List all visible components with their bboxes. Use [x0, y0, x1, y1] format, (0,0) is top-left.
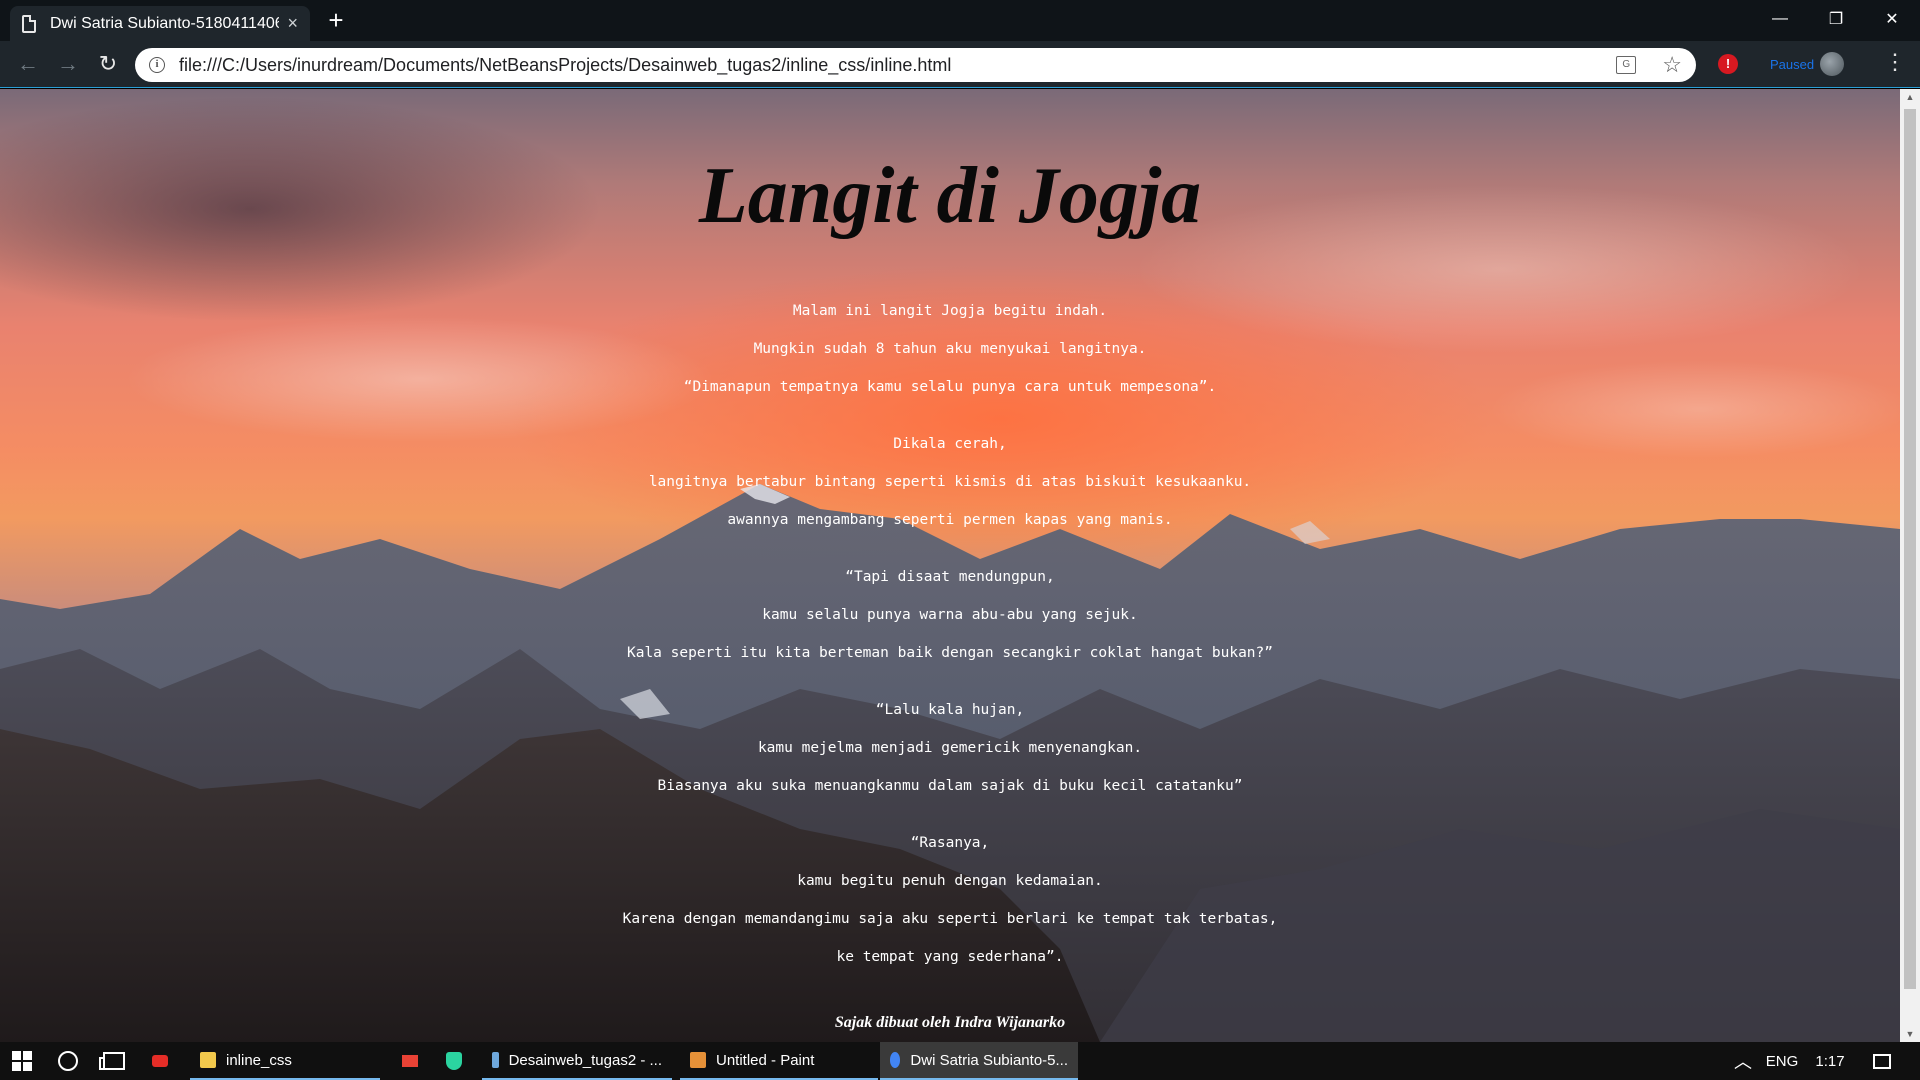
task-view-icon: [99, 1052, 125, 1070]
browser-tab[interactable]: Dwi Satria Subianto-5180411406 ×: [10, 6, 310, 41]
notification-icon: [1873, 1053, 1891, 1069]
poem-line: “Lalu kala hujan,: [875, 702, 1025, 718]
forward-button[interactable]: →: [52, 49, 84, 79]
avatar: [1820, 52, 1845, 76]
document-icon: [22, 14, 36, 33]
profile-button[interactable]: Paused: [1770, 51, 1845, 77]
taskbar-item-inline-css[interactable]: inline_css: [190, 1042, 380, 1080]
poem: Malam ini langit Jogja begitu indah. Mung…: [0, 292, 1900, 995]
back-button[interactable]: ←: [12, 49, 44, 79]
chrome-icon: [890, 1052, 901, 1068]
poem-credit: Sajak dibuat oleh Indra Wijanarko: [834, 1014, 1066, 1031]
poem-line: Kala seperti itu kita berteman baik deng…: [626, 645, 1273, 661]
poem-stanza: “Tapi disaat mendungpun, kamu selalu puny…: [0, 558, 1900, 672]
poem-stanza: “Rasanya, kamu begitu penuh dengan kedama…: [0, 824, 1900, 976]
page-viewport: Langit di Jogja Malam ini langit Jogja b…: [0, 89, 1900, 1042]
poem-line: Dikala cerah,: [893, 436, 1007, 452]
scroll-down-icon[interactable]: ▼: [1900, 1026, 1920, 1042]
page-title: Langit di Jogja: [698, 152, 1202, 240]
shield-icon: [446, 1052, 462, 1070]
browser-title-bar: Dwi Satria Subianto-5180411406 × + — ❐ ✕: [0, 0, 1920, 41]
page-scrollbar[interactable]: ▲ ▼: [1900, 89, 1920, 1042]
task-view-button[interactable]: [92, 1042, 136, 1080]
poem-line: Karena dengan memandangimu saja aku sepe…: [622, 911, 1278, 927]
poem-line: ke tempat yang sederhana”.: [836, 949, 1064, 965]
cortana-button[interactable]: [46, 1042, 90, 1080]
poem-line: kamu begitu penuh dengan kedamaian.: [797, 873, 1103, 889]
show-hidden-icons-button[interactable]: ︿: [1728, 1042, 1758, 1080]
poem-line: “Dimanapun tempatnya kamu selalu punya c…: [683, 379, 1217, 395]
chevron-up-icon: ︿: [1734, 1052, 1752, 1072]
youtube-icon: [152, 1055, 168, 1067]
menu-icon[interactable]: ⋮: [1884, 49, 1906, 75]
poem-line: kamu selalu punya warna abu-abu yang sej…: [762, 607, 1138, 623]
new-tab-button[interactable]: +: [320, 7, 352, 35]
bookmark-star-icon[interactable]: ☆: [1662, 52, 1682, 78]
poem-line: Malam ini langit Jogja begitu indah.: [792, 303, 1108, 319]
paint-icon: [690, 1052, 706, 1068]
taskbar-item-label: Dwi Satria Subianto-5...: [910, 1051, 1068, 1069]
netbeans-icon: [492, 1052, 499, 1068]
scroll-up-icon[interactable]: ▲: [1900, 89, 1920, 105]
profile-status: Paused: [1770, 56, 1815, 72]
taskbar-item-chrome[interactable]: Dwi Satria Subianto-5...: [880, 1042, 1078, 1080]
action-center-button[interactable]: [1862, 1042, 1902, 1080]
taskbar-item-label: Desainweb_tugas2 - ...: [508, 1051, 662, 1069]
taskbar-item-netbeans[interactable]: Desainweb_tugas2 - ...: [482, 1042, 672, 1080]
taskbar-item-paint[interactable]: Untitled - Paint: [680, 1042, 878, 1080]
poem-line: awannya mengambang seperti permen kapas …: [727, 512, 1173, 528]
browser-toolbar: ← → ↻ i file:///C:/Users/inurdream/Docum…: [0, 41, 1920, 88]
url-text[interactable]: file:///C:/Users/inurdream/Documents/Net…: [179, 55, 1616, 76]
poem-stanza: Dikala cerah, langitnya bertabur bintang …: [0, 425, 1900, 539]
taskbar-item-label: inline_css: [226, 1051, 292, 1069]
info-icon[interactable]: i: [149, 57, 165, 73]
restore-button[interactable]: ❐: [1808, 0, 1864, 38]
poem-stanza: “Lalu kala hujan, kamu mejelma menjadi ge…: [0, 691, 1900, 805]
poem-line: “Rasanya,: [910, 835, 990, 851]
reload-button[interactable]: ↻: [92, 49, 124, 79]
security-taskbar-button[interactable]: [434, 1042, 474, 1080]
mail-taskbar-button[interactable]: [390, 1042, 430, 1080]
poem-line: kamu mejelma menjadi gemericik menyenang…: [757, 740, 1143, 756]
poem-line: langitnya bertabur bintang seperti kismi…: [648, 474, 1252, 490]
close-window-button[interactable]: ✕: [1864, 0, 1920, 38]
poem-line: “Tapi disaat mendungpun,: [845, 569, 1055, 585]
poem-line: Biasanya aku suka menuangkanmu dalam saj…: [657, 778, 1243, 794]
poem-line: Mungkin sudah 8 tahun aku menyukai langi…: [753, 341, 1147, 357]
minimize-button[interactable]: —: [1752, 0, 1808, 38]
poem-stanza: Malam ini langit Jogja begitu indah. Mung…: [0, 292, 1900, 406]
start-button[interactable]: [0, 1042, 44, 1080]
translate-icon[interactable]: G: [1616, 56, 1637, 74]
windows-taskbar: inline_css Desainweb_tugas2 - ... Untitl…: [0, 1042, 1920, 1080]
language-indicator[interactable]: ENG: [1762, 1042, 1802, 1080]
cortana-icon: [58, 1051, 78, 1071]
folder-icon: [200, 1052, 216, 1068]
windows-logo-icon: [12, 1051, 32, 1071]
extension-icon[interactable]: !: [1718, 54, 1738, 74]
tab-title: Dwi Satria Subianto-5180411406: [50, 14, 280, 32]
youtube-taskbar-button[interactable]: [140, 1042, 180, 1080]
close-tab-icon[interactable]: ×: [287, 13, 298, 34]
address-bar[interactable]: i file:///C:/Users/inurdream/Documents/N…: [135, 48, 1696, 82]
clock[interactable]: 1:17: [1810, 1042, 1850, 1080]
mail-icon: [402, 1055, 418, 1067]
taskbar-item-label: Untitled - Paint: [716, 1051, 815, 1069]
scrollbar-thumb[interactable]: [1904, 109, 1916, 989]
